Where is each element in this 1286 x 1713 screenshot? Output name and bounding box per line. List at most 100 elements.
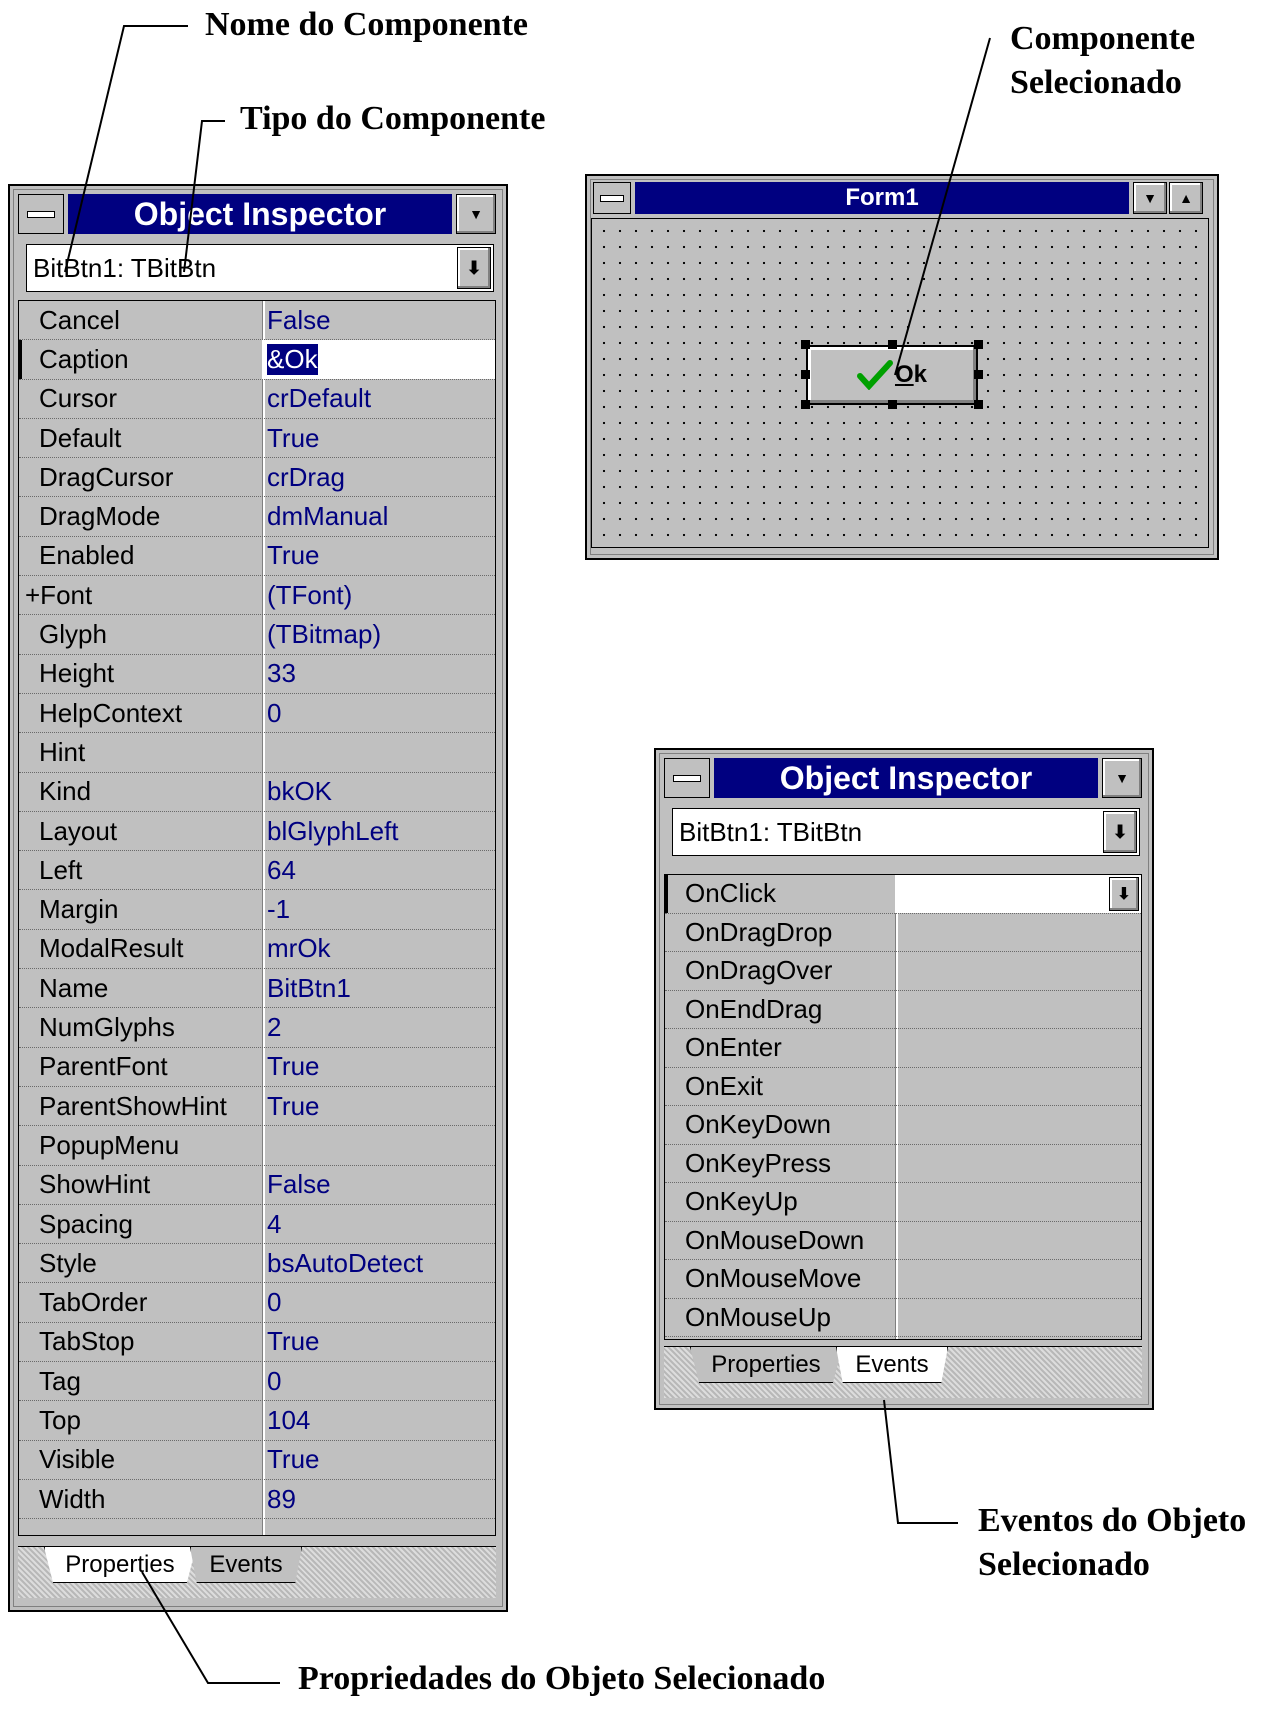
event-handler-dropdown-button[interactable]: ⬇	[1109, 877, 1139, 911]
grid-row[interactable]: ModalResult mrOk	[19, 930, 495, 970]
row-name: PopupMenu	[39, 1129, 180, 1160]
row-value: bsAutoDetect	[267, 1247, 424, 1278]
row-name: OnKeyPress	[685, 1147, 831, 1178]
grid-row[interactable]: Glyph (TBitmap)	[19, 615, 495, 655]
grid-row[interactable]: Left 64	[19, 851, 495, 891]
grid-row[interactable]: Margin -1	[19, 891, 495, 930]
grid-row[interactable]: OnKeyPress	[665, 1145, 1141, 1183]
object-selector-dropdown-button[interactable]: ⬇	[457, 247, 491, 289]
grid-row[interactable]: DragMode dmManual	[19, 498, 495, 537]
grid-row[interactable]: ParentShowHint True	[19, 1087, 495, 1127]
window-title: Object Inspector	[68, 194, 452, 234]
callout-component-name: Nome do Componente	[205, 6, 528, 43]
row-name: Height	[39, 658, 115, 689]
grid-row[interactable]: Cursor crDefault	[19, 380, 495, 419]
row-value: False	[267, 304, 331, 335]
grid-row[interactable]: Hint	[19, 733, 495, 773]
grid-row[interactable]: Default True	[19, 419, 495, 459]
grid-row[interactable]: OnDragDrop	[665, 914, 1141, 952]
grid-row[interactable]: ShowHint False	[19, 1166, 495, 1205]
window-title: Object Inspector	[714, 758, 1098, 798]
row-value	[895, 914, 1141, 952]
chevron-down-icon: ▼	[1115, 770, 1129, 786]
grid-row[interactable]: Top 104	[19, 1401, 495, 1441]
resize-handle-s[interactable]	[888, 400, 897, 409]
object-inspector-properties-window: Object Inspector ▼ BitBtn1: TBitBtn ⬇ Ca…	[8, 184, 508, 1612]
grid-row[interactable]: OnExit	[665, 1068, 1141, 1106]
grid-row[interactable]: OnDragOver	[665, 952, 1141, 991]
grid-row[interactable]: Kind bkOK	[19, 773, 495, 812]
grid-row[interactable]: TabStop True	[19, 1323, 495, 1363]
object-selector-combo[interactable]: BitBtn1: TBitBtn ⬇	[672, 808, 1140, 856]
grid-row[interactable]: Enabled True	[19, 537, 495, 577]
grid-row[interactable]: Style bsAutoDetect	[19, 1244, 495, 1284]
system-menu-button[interactable]	[18, 194, 64, 234]
resize-handle-w[interactable]	[801, 370, 810, 379]
row-value: 89	[267, 1483, 296, 1514]
row-name: Enabled	[39, 540, 135, 571]
row-value: mrOk	[267, 933, 331, 964]
grid-row[interactable]: OnEnter	[665, 1029, 1141, 1068]
tab-events[interactable]: Events	[190, 1547, 302, 1583]
grid-row[interactable]: OnMouseUp	[665, 1299, 1141, 1337]
grid-row[interactable]: Tag 0	[19, 1362, 495, 1402]
tab-properties[interactable]: Properties	[690, 1347, 842, 1383]
tab-properties[interactable]: Properties	[44, 1547, 196, 1583]
grid-row[interactable]: Height 33	[19, 655, 495, 694]
system-menu-icon	[27, 211, 55, 218]
row-value: dmManual	[267, 501, 389, 532]
object-selector-dropdown-button[interactable]: ⬇	[1103, 811, 1137, 853]
resize-handle-se[interactable]	[974, 400, 983, 409]
row-value: (TFont)	[267, 579, 353, 610]
grid-row[interactable]: Spacing 4	[19, 1205, 495, 1245]
grid-row[interactable]: OnClick ⬇	[665, 875, 1141, 914]
grid-row[interactable]: DragCursor crDrag	[19, 458, 495, 498]
row-value: -1	[267, 894, 291, 925]
dropdown-arrow-icon: ⬇	[1112, 821, 1128, 842]
grid-row[interactable]: OnKeyDown	[665, 1106, 1141, 1145]
row-value: False	[267, 1169, 331, 1200]
row-value[interactable]: ⬇	[895, 875, 1141, 913]
grid-row[interactable]: ParentFont True	[19, 1048, 495, 1087]
resize-handle-ne[interactable]	[974, 340, 983, 349]
form-maximize-button[interactable]: ▲	[1169, 182, 1203, 214]
grid-row[interactable]: NumGlyphs 2	[19, 1008, 495, 1048]
grid-row[interactable]: +Font (TFont)	[19, 576, 495, 616]
row-value[interactable]: &Ok	[262, 340, 495, 379]
row-name: Tag	[39, 1365, 81, 1396]
ok-button-label: Ok	[895, 361, 927, 389]
grid-row[interactable]: PopupMenu	[19, 1126, 495, 1166]
grid-row[interactable]: Name BitBtn1	[19, 969, 495, 1009]
object-selector-combo[interactable]: BitBtn1: TBitBtn ⬇	[26, 244, 494, 292]
grid-row[interactable]: OnEndDrag	[665, 991, 1141, 1029]
grid-row[interactable]: HelpContext 0	[19, 694, 495, 734]
grid-row[interactable]: Layout blGlyphLeft	[19, 812, 495, 852]
row-name: +Font	[25, 579, 93, 610]
grid-row[interactable]: Visible True	[19, 1441, 495, 1480]
row-value: 104	[267, 1405, 311, 1436]
resize-handle-e[interactable]	[974, 370, 983, 379]
tab-events[interactable]: Events	[836, 1347, 948, 1383]
row-name: Margin	[39, 894, 119, 925]
resize-handle-nw[interactable]	[801, 340, 810, 349]
grid-row[interactable]: OnMouseDown	[665, 1222, 1141, 1260]
row-name: OnDragDrop	[685, 916, 833, 947]
minimize-button[interactable]: ▼	[1102, 758, 1142, 798]
selected-value-text[interactable]: &Ok	[267, 343, 318, 375]
resize-handle-n[interactable]	[888, 340, 897, 349]
resize-handle-sw[interactable]	[801, 400, 810, 409]
minimize-button[interactable]: ▼	[456, 194, 496, 234]
form-minimize-button[interactable]: ▼	[1133, 182, 1167, 214]
row-name: DragCursor	[39, 461, 174, 492]
row-name: Hint	[39, 736, 86, 767]
grid-row[interactable]: OnKeyUp	[665, 1183, 1141, 1222]
ok-bitbtn[interactable]: Ok	[806, 345, 978, 405]
form-system-menu-button[interactable]	[593, 182, 631, 214]
grid-row[interactable]: Cancel False	[19, 301, 495, 341]
grid-row[interactable]: Caption &Ok	[19, 340, 495, 380]
form-design-surface[interactable]: Ok	[591, 218, 1209, 548]
system-menu-button[interactable]	[664, 758, 710, 798]
grid-row[interactable]: TabOrder 0	[19, 1284, 495, 1323]
grid-row[interactable]: OnMouseMove	[665, 1260, 1141, 1299]
grid-row[interactable]: Width 89	[19, 1480, 495, 1520]
